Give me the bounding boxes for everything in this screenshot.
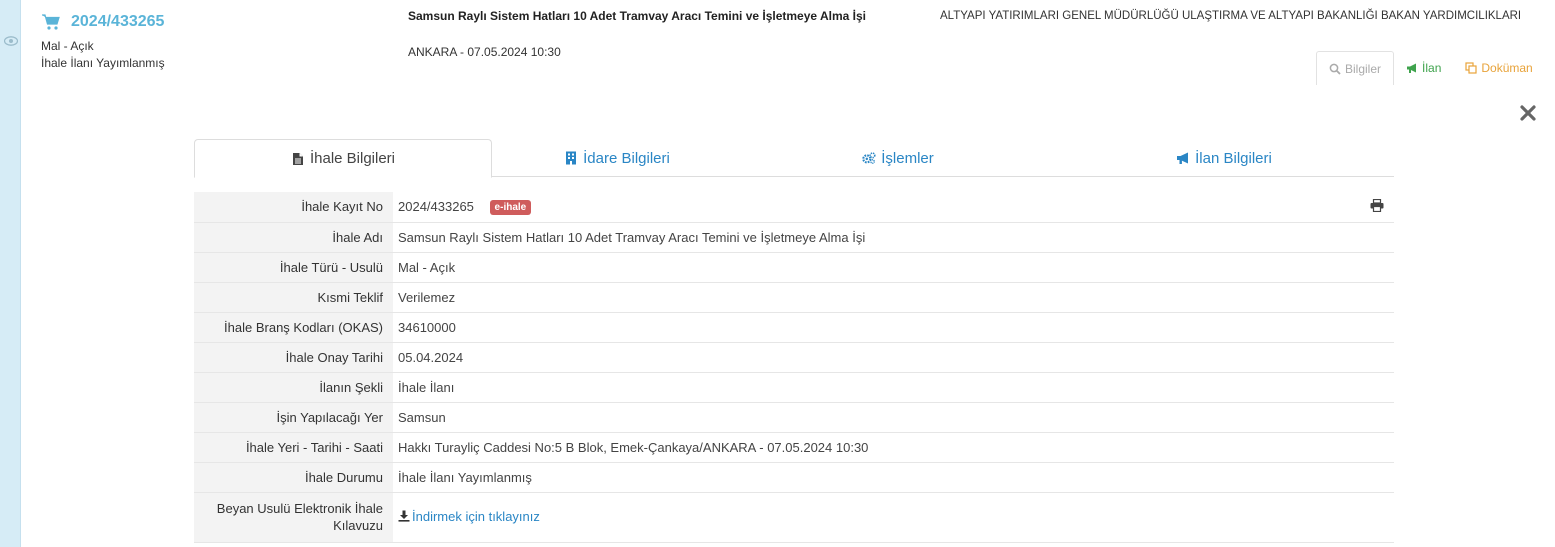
- tender-ikn-link[interactable]: 2024/433265: [41, 12, 241, 32]
- table-row: İhale Yeri - Tarihi - Saati Hakkı Turayl…: [194, 432, 1394, 462]
- tab-islemler[interactable]: İşlemler: [742, 139, 1054, 177]
- tab-ihale-bilgileri[interactable]: İhale Bilgileri: [194, 139, 492, 178]
- tab-label: İşlemler: [881, 149, 934, 167]
- row-value: Verilemez: [398, 289, 456, 305]
- tab-ilan-bilgileri[interactable]: İlan Bilgileri: [1054, 139, 1394, 177]
- tender-authority: ALTYAPI YATIRIMLARI GENEL MÜDÜRLÜĞÜ ULAŞ…: [940, 10, 1522, 22]
- detail-tabs: İhale Bilgileri İdare Bilgileri İşlemler…: [194, 139, 1394, 178]
- tender-place-date: ANKARA - 07.05.2024 10:30: [408, 45, 561, 59]
- close-icon[interactable]: [1519, 104, 1537, 122]
- ilan-button[interactable]: İlan: [1394, 51, 1453, 85]
- left-strip: [0, 0, 21, 547]
- tab-idare-bilgileri[interactable]: İdare Bilgileri: [492, 139, 742, 177]
- tab-label: İhale Bilgileri: [309, 150, 396, 167]
- download-guide-link[interactable]: İndirmek için tıklayınız: [398, 509, 540, 524]
- tender-type: Mal - Açık: [41, 39, 94, 53]
- ilan-label: İlan: [1422, 61, 1442, 75]
- tender-summary: 2024/433265 Mal - Açık İhale İlanı Yayım…: [41, 12, 241, 72]
- cart-icon: [42, 14, 60, 30]
- table-row: İhale Adı Samsun Raylı Sistem Hatları 10…: [194, 222, 1394, 252]
- action-bar: Bilgiler İlan Doküman: [1316, 51, 1541, 85]
- tab-label: İdare Bilgileri: [583, 149, 670, 167]
- row-label: İhale Onay Tarihi: [194, 342, 393, 372]
- row-value: İhale İlanı: [398, 379, 455, 395]
- row-label: İhale Adı: [194, 222, 393, 252]
- print-icon[interactable]: [1370, 199, 1384, 212]
- tender-ikn[interactable]: 2024/433265: [71, 13, 164, 31]
- row-value: İhale İlanı Yayımlanmış: [398, 469, 532, 485]
- tender-title: Samsun Raylı Sistem Hatları 10 Adet Tram…: [408, 9, 866, 23]
- bullhorn-icon: [1177, 152, 1189, 164]
- bullhorn-icon: [1407, 63, 1417, 73]
- tab-label: İlan Bilgileri: [1195, 149, 1272, 167]
- table-row: İhale Branş Kodları (OKAS) 34610000: [194, 312, 1394, 342]
- row-value: Samsun: [398, 409, 446, 425]
- tender-status: İhale İlanı Yayımlanmış: [41, 56, 165, 70]
- row-value: Hakkı Turayliç Caddesi No:5 B Blok, Emek…: [398, 439, 869, 455]
- e-ihale-badge: e-ihale: [489, 199, 532, 215]
- row-label: İhale Yeri - Tarihi - Saati: [194, 432, 393, 462]
- eye-icon[interactable]: [4, 36, 18, 46]
- row-label: İhale Durumu: [194, 462, 393, 492]
- bilgiler-button[interactable]: Bilgiler: [1316, 51, 1395, 85]
- tender-heading: Samsun Raylı Sistem Hatları 10 Adet Tram…: [408, 8, 908, 59]
- row-value: 34610000: [398, 319, 456, 335]
- table-row: Beyan Usulü Elektronik İhale Kılavuzu İn…: [194, 492, 1394, 542]
- row-label: İhale Branş Kodları (OKAS): [194, 312, 393, 342]
- table-row: İlanın Şekli İhale İlanı: [194, 372, 1394, 402]
- download-link-label[interactable]: İndirmek için tıklayınız: [412, 509, 540, 524]
- gears-icon: [862, 152, 876, 164]
- row-label: İhale Kayıt No: [194, 192, 393, 222]
- row-label: İhale Türü - Usulü: [194, 252, 393, 282]
- row-value: Samsun Raylı Sistem Hatları 10 Adet Tram…: [398, 229, 866, 245]
- row-label: İşin Yapılacağı Yer: [194, 402, 393, 432]
- table-row: İhale Türü - Usulü Mal - Açık: [194, 252, 1394, 282]
- row-value: 2024/433265: [398, 198, 474, 214]
- table-row: İşin Yapılacağı Yer Samsun: [194, 402, 1394, 432]
- bilgiler-label: Bilgiler: [1345, 61, 1382, 76]
- table-row: İhale Kayıt No 2024/433265 e-ihale: [194, 192, 1394, 222]
- tender-details-table: İhale Kayıt No 2024/433265 e-ihale İhale…: [194, 192, 1394, 543]
- copy-icon: [1465, 62, 1477, 74]
- dokuman-button[interactable]: Doküman: [1453, 51, 1540, 85]
- row-label: İlanın Şekli: [194, 372, 393, 402]
- row-value: 05.04.2024: [398, 349, 464, 365]
- table-row: İhale Onay Tarihi 05.04.2024: [194, 342, 1394, 372]
- row-label: Kısmi Teklif: [194, 282, 393, 312]
- building-icon: [566, 151, 577, 165]
- row-value: Mal - Açık: [398, 259, 456, 275]
- file-icon: [292, 152, 303, 165]
- search-icon: [1329, 63, 1341, 75]
- download-icon: [398, 510, 410, 522]
- dokuman-label: Doküman: [1481, 61, 1533, 75]
- row-label: Beyan Usulü Elektronik İhale Kılavuzu: [194, 492, 393, 542]
- table-row: İhale Durumu İhale İlanı Yayımlanmış: [194, 462, 1394, 492]
- table-row: Kısmi Teklif Verilemez: [194, 282, 1394, 312]
